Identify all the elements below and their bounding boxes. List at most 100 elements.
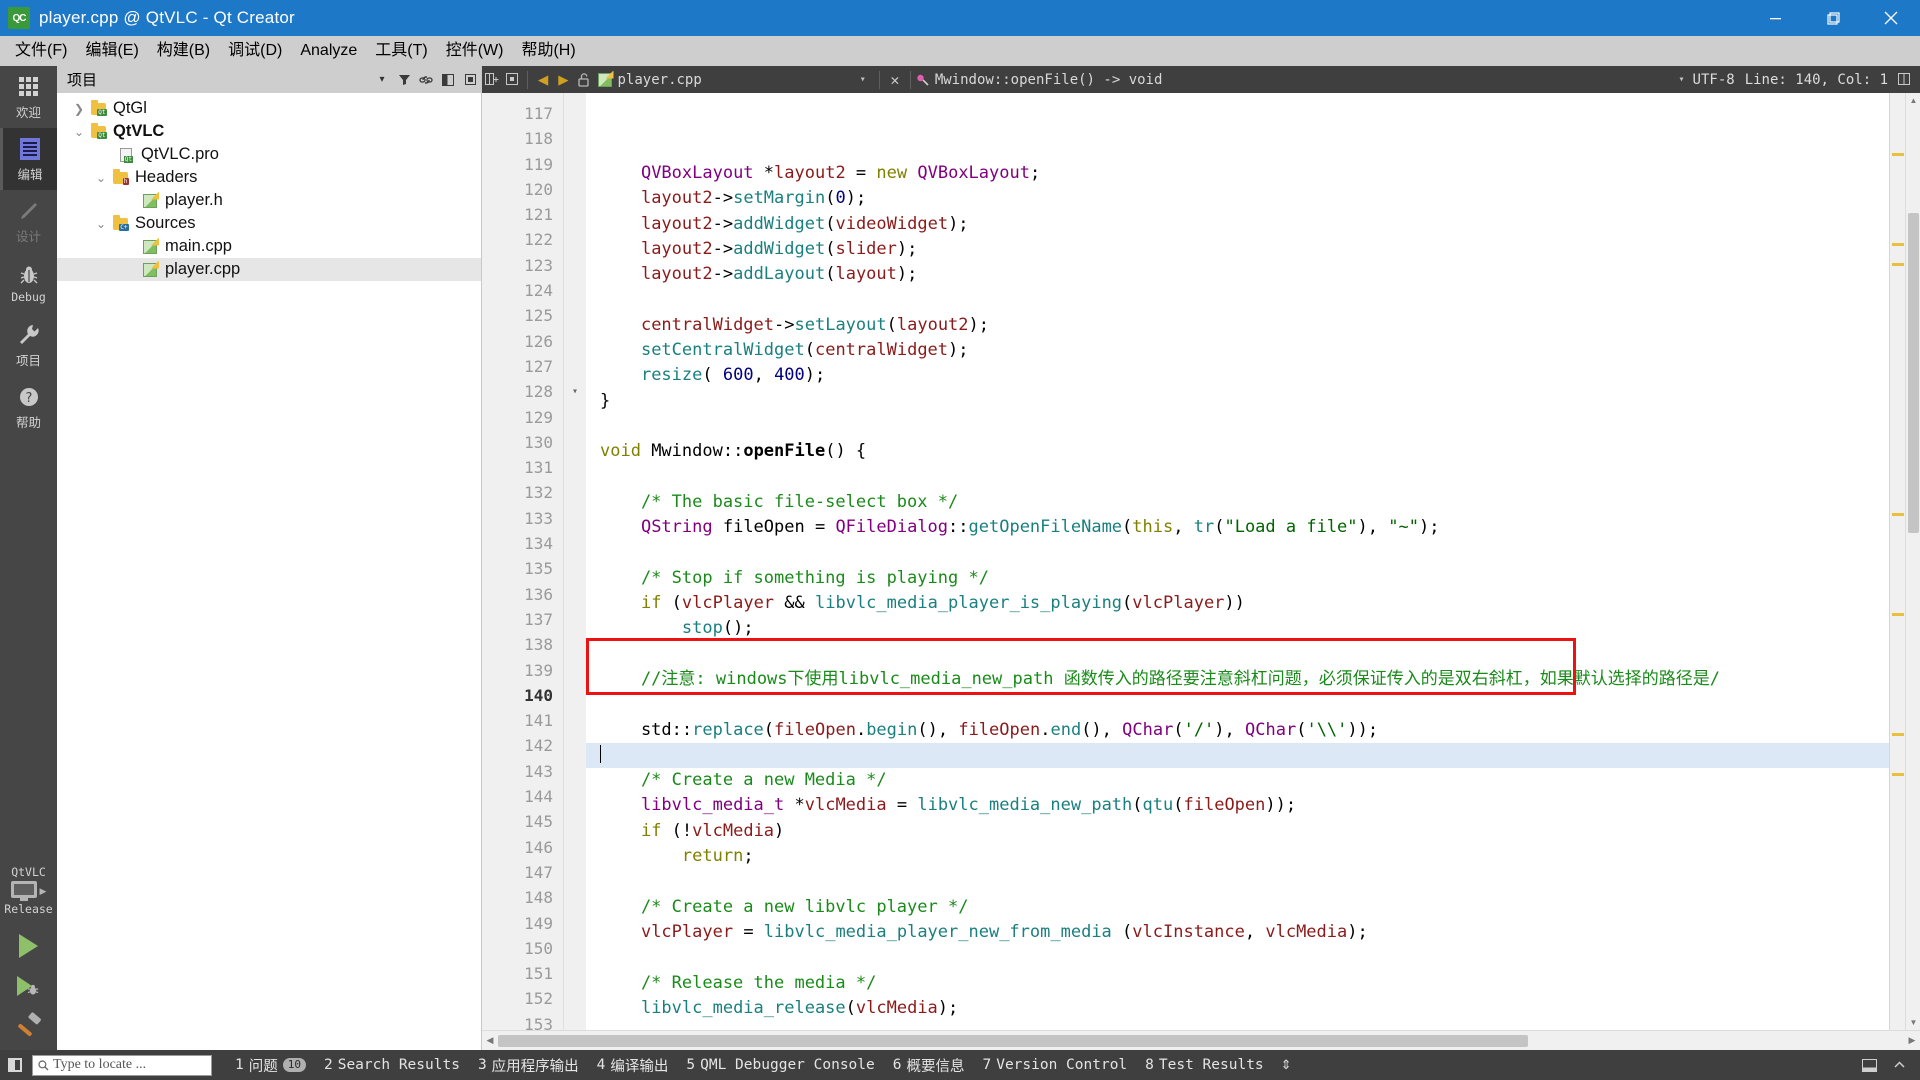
vertical-scroll-thumb[interactable] [1908,213,1919,533]
pane-button-issues[interactable]: 1 问题 10 [226,1055,315,1076]
symbol-name: Mwindow::openFile() -> void [935,72,1163,88]
tree-node-qtvlc-pro[interactable]: Qt QtVLC.pro [57,143,481,166]
fold-slot [564,405,586,430]
code-line: setCentralWidget(centralWidget); [586,338,1889,363]
tree-label: Sources [131,214,196,233]
line-number: 153 [482,1012,563,1030]
mode-help[interactable]: ? 帮助 [0,376,57,438]
menu-file[interactable]: 文件(F) [6,36,76,66]
chevron-down-icon[interactable]: ⌄ [93,171,109,185]
open-file-combo[interactable]: player.cpp [594,72,702,88]
pane-label: Search Results [338,1057,460,1073]
menu-tools[interactable]: 工具(T) [366,36,436,66]
sidebar-toggle-button[interactable] [0,1050,30,1080]
code-text[interactable]: QVBoxLayout *layout2 = new QVBoxLayout; … [586,93,1889,1030]
close-button[interactable] [1862,0,1920,36]
wrench-icon [17,322,41,348]
line-number: 117 [482,101,563,126]
split-add-icon[interactable] [482,66,502,93]
code-line: /* Create a new Media */ [586,768,1889,793]
menu-edit[interactable]: 编辑(E) [76,36,147,66]
fold-slot [564,582,586,607]
pane-button-compile-output[interactable]: 4 编译输出 [588,1055,678,1076]
minimize-button[interactable] [1746,0,1804,36]
fold-slot [564,303,586,328]
up-down-arrows-icon[interactable]: ⇕ [1273,1057,1300,1073]
line-number: 119 [482,152,563,177]
code-line: QString fileOpen = QFileDialog::getOpenF… [586,515,1889,540]
pane-button-qml-debugger-console[interactable]: 5 QML Debugger Console [677,1057,883,1073]
menu-debug[interactable]: 调试(D) [219,36,291,66]
tree-node-headers[interactable]: ⌄ h Headers [57,166,481,189]
filter-icon[interactable] [393,66,415,93]
scroll-right-icon[interactable]: ▶ [1904,1031,1920,1051]
line-number: 144 [482,784,563,809]
minimize-icon [1769,12,1782,25]
horizontal-scroll-track[interactable] [498,1031,1904,1051]
close-document-button[interactable]: ✕ [885,66,905,93]
scroll-left-icon[interactable]: ◀ [482,1031,498,1051]
line-number: 130 [482,430,563,455]
menu-analyze[interactable]: Analyze [291,36,366,66]
pane-number: 4 [597,1057,606,1073]
pane-button-search-results[interactable]: 2 Search Results [315,1057,469,1073]
mode-welcome[interactable]: 欢迎 [0,66,57,128]
build-button[interactable] [0,1006,57,1046]
pane-button-app-output[interactable]: 3 应用程序输出 [469,1055,588,1076]
horizontal-scrollbar[interactable]: ◀ ▶ [482,1030,1920,1050]
minimize-pane-icon[interactable] [1858,1055,1880,1075]
unlocked-icon[interactable] [574,66,594,93]
split-remove-icon[interactable] [502,66,522,93]
chevron-down-icon[interactable]: ▾ [371,66,393,93]
chevron-right-icon[interactable]: ❯ [71,102,87,116]
tree-node-player-h[interactable]: player.h [57,189,481,212]
chevron-down-icon[interactable]: ⌄ [93,217,109,231]
pane-button-version-control[interactable]: 7 Version Control [973,1057,1136,1073]
locator-input[interactable]: Type to locate ... [32,1055,212,1076]
maximize-pane-icon[interactable] [1888,1055,1910,1075]
tree-node-player-cpp[interactable]: player.cpp [57,258,481,281]
tree-node-main-cpp[interactable]: main.cpp [57,235,481,258]
link-icon[interactable] [415,66,437,93]
cursor-position-label[interactable]: Line: 140, Col: 1 [1745,72,1888,88]
split-editor-icon[interactable] [1894,66,1914,93]
maximize-button[interactable] [1804,0,1862,36]
run-button[interactable] [0,926,57,966]
symbol-combo-caret-icon[interactable]: ▾ [1671,74,1693,85]
code-line: layout2->addWidget(videoWidget); [586,212,1889,237]
menu-build[interactable]: 构建(B) [148,36,219,66]
tree-node-qtvlc[interactable]: ⌄ Qt QtVLC [57,120,481,143]
split-icon[interactable] [437,66,459,93]
fold-slot [564,986,586,1011]
fold-marker[interactable]: ▾ [564,379,586,404]
annotation-marker [1892,773,1904,776]
scroll-down-icon[interactable]: ▼ [1906,1015,1920,1030]
encoding-label[interactable]: UTF-8 [1693,72,1735,88]
debug-button[interactable] [0,966,57,1006]
line-number: 125 [482,303,563,328]
mode-projects[interactable]: 项目 [0,314,57,376]
tree-node-qtgl[interactable]: ❯ Qt QtGl [57,97,481,120]
scroll-up-icon[interactable]: ▲ [1906,93,1920,108]
pane-button-test-results[interactable]: 8 Test Results [1136,1057,1273,1073]
mode-help-label: 帮助 [16,412,41,431]
close-icon [1884,11,1898,25]
tree-label: QtGl [109,99,147,118]
menu-help[interactable]: 帮助(H) [512,36,584,66]
project-panel-header: 项目 ▾ [57,66,481,93]
vertical-scrollbar[interactable]: ▲ ▼ [1905,93,1920,1030]
navigate-back-button[interactable]: ◀ [533,70,553,90]
chevron-down-icon[interactable]: ⌄ [71,125,87,139]
kit-selector[interactable]: QtVLC ▶ Release [0,865,57,1050]
menu-window[interactable]: 控件(W) [437,36,513,66]
navigate-forward-button[interactable]: ▶ [553,70,573,90]
symbol-combo[interactable]: Mwindow::openFile() -> void [916,72,1163,88]
pane-button-overview[interactable]: 6 概要信息 [884,1055,974,1076]
close-panel-icon[interactable] [459,66,481,93]
file-combo-caret-icon[interactable]: ▾ [852,74,874,85]
mode-edit[interactable]: 编辑 [0,128,57,190]
horizontal-scroll-thumb[interactable] [498,1035,1528,1047]
mode-debug[interactable]: Debug [0,252,57,314]
mode-design[interactable]: 设计 [0,190,57,252]
tree-node-sources[interactable]: ⌄ C+ Sources [57,212,481,235]
